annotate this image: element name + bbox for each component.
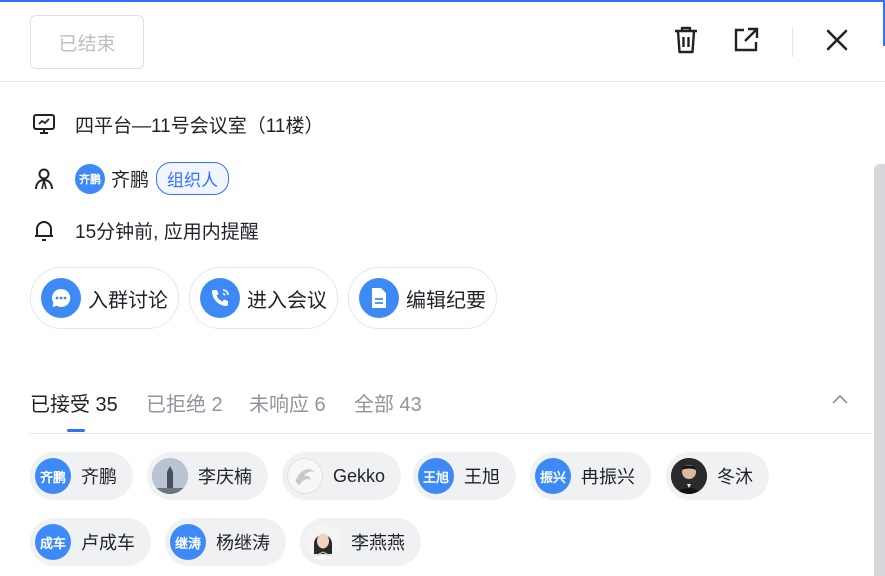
organizer-avatar[interactable]: 齐鹏 <box>75 163 105 194</box>
organizer-badge: 组织人 <box>156 162 230 195</box>
attendee-chip[interactable]: 齐鹏 齐鹏 <box>30 452 133 500</box>
chevron-up-icon[interactable] <box>830 390 850 410</box>
reminder-row: 15分钟前, 应用内提醒 <box>30 216 259 244</box>
phone-icon <box>200 278 240 318</box>
avatar: 继涛 <box>170 524 206 560</box>
delete-button[interactable] <box>670 24 702 56</box>
attendee-chip[interactable]: 王旭 王旭 <box>413 452 516 500</box>
attendee-name: Gekko <box>333 465 386 486</box>
close-icon <box>826 29 848 51</box>
attendee-name: 杨继涛 <box>216 533 270 553</box>
avatar: 齐鹏 <box>35 458 71 494</box>
reminder-text: 15分钟前, 应用内提醒 <box>75 221 259 243</box>
join-group-chat-label: 入群讨论 <box>88 289 168 312</box>
attendee-name: 李燕燕 <box>351 533 405 553</box>
room-name: 四平台—11号会议室（11楼） <box>75 115 324 137</box>
organizer-icon <box>30 165 58 193</box>
join-group-chat-button[interactable]: 入群讨论 <box>30 267 179 329</box>
header-bar: 已结束 <box>0 0 885 82</box>
attendee-chip[interactable]: 李燕燕 <box>300 518 421 566</box>
attendee-chip[interactable]: 冬沐 <box>666 452 769 500</box>
tab-all[interactable]: 全部 43 <box>354 388 422 417</box>
room-row: 四平台—11号会议室（11楼） <box>30 110 323 138</box>
edit-minutes-label: 编辑纪要 <box>406 289 486 312</box>
avatar: 王旭 <box>418 458 454 494</box>
attendee-name: 卢成车 <box>81 533 135 553</box>
document-icon <box>359 278 399 318</box>
avatar: 成车 <box>35 524 71 560</box>
attendee-name: 李庆楠 <box>198 467 252 487</box>
attendee-chip[interactable]: Gekko <box>282 452 402 500</box>
scrollbar[interactable] <box>874 164 885 576</box>
header-divider <box>792 27 793 57</box>
open-external-button[interactable] <box>730 24 762 56</box>
bell-icon <box>30 216 58 244</box>
avatar: 振兴 <box>535 458 571 494</box>
trash-icon <box>675 26 697 54</box>
avatar <box>152 458 188 494</box>
active-tab-indicator <box>67 429 85 432</box>
ended-status-button: 已结束 <box>30 15 144 69</box>
attendee-chip[interactable]: 继涛 杨继涛 <box>165 518 286 566</box>
attendee-name: 冉振兴 <box>581 467 635 487</box>
external-link-icon <box>734 27 759 52</box>
organizer-row: 齐鹏 齐鹏 组织人 <box>30 162 230 195</box>
tab-declined[interactable]: 已拒绝 2 <box>146 388 223 417</box>
avatar <box>305 524 341 560</box>
tab-accepted[interactable]: 已接受 35 <box>30 388 118 417</box>
tab-no-response[interactable]: 未响应 6 <box>249 388 326 417</box>
organizer-name[interactable]: 齐鹏 <box>111 165 149 192</box>
chat-icon <box>41 278 81 318</box>
avatar <box>671 458 707 494</box>
attendee-chip[interactable]: 成车 卢成车 <box>30 518 151 566</box>
avatar <box>287 458 323 494</box>
attendee-chip[interactable]: 李庆楠 <box>147 452 268 500</box>
attendee-name: 齐鹏 <box>81 467 117 487</box>
attendee-tabs: 已接受 35 已拒绝 2 未响应 6 全部 43 <box>30 372 872 434</box>
attendee-chip[interactable]: 振兴 冉振兴 <box>530 452 651 500</box>
edit-minutes-button[interactable]: 编辑纪要 <box>348 267 497 329</box>
monitor-icon <box>30 110 58 138</box>
join-meeting-button[interactable]: 进入会议 <box>189 267 338 329</box>
attendee-name: 王旭 <box>464 467 500 487</box>
close-button[interactable] <box>821 24 853 56</box>
join-meeting-label: 进入会议 <box>247 289 327 312</box>
attendee-name: 冬沐 <box>717 467 753 487</box>
